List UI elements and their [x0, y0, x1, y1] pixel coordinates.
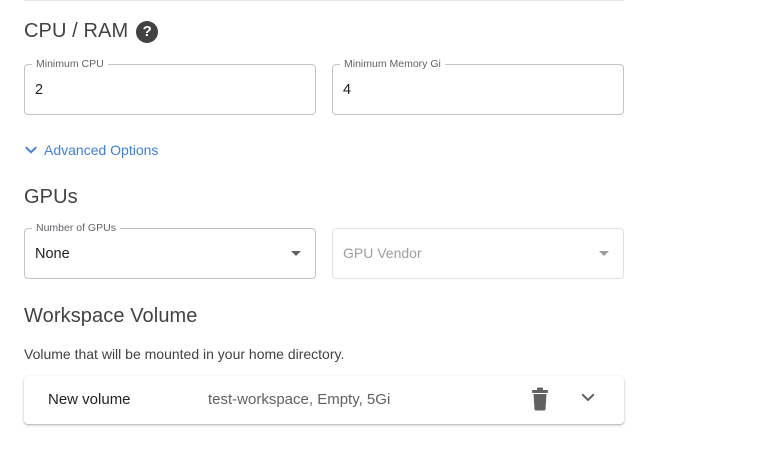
- number-of-gpus-select[interactable]: Number of GPUs None: [24, 222, 316, 279]
- cpu-ram-title: CPU / RAM: [24, 20, 129, 42]
- dropdown-arrow-icon: [291, 251, 301, 256]
- advanced-options-toggle[interactable]: Advanced Options: [24, 142, 158, 158]
- volume-name: New volume: [48, 391, 131, 408]
- gpu-vendor-placeholder: GPU Vendor: [343, 245, 422, 261]
- minimum-memory-field[interactable]: Minimum Memory Gi 4: [332, 58, 624, 115]
- divider: [24, 0, 624, 1]
- workspace-volume-heading: Workspace Volume: [24, 305, 198, 328]
- workspace-volume-title: Workspace Volume: [24, 305, 198, 327]
- advanced-options-label: Advanced Options: [44, 142, 159, 158]
- volume-summary: test-workspace, Empty, 5Gi: [208, 391, 391, 408]
- dropdown-arrow-icon: [599, 251, 609, 256]
- minimum-cpu-field[interactable]: Minimum CPU 2: [24, 58, 316, 115]
- number-of-gpus-label: Number of GPUs: [32, 222, 120, 234]
- workspace-volume-description: Volume that will be mounted in your home…: [24, 346, 345, 362]
- workspace-volume-panel[interactable]: New volume test-workspace, Empty, 5Gi: [24, 376, 624, 424]
- minimum-memory-value[interactable]: 4: [343, 82, 351, 98]
- number-of-gpus-value: None: [35, 246, 70, 262]
- cpu-ram-heading: CPU / RAM ?: [24, 20, 159, 43]
- minimum-cpu-value[interactable]: 2: [35, 82, 43, 98]
- chevron-down-icon: [25, 146, 37, 154]
- chevron-down-icon[interactable]: [579, 388, 597, 406]
- minimum-cpu-label: Minimum CPU: [32, 58, 108, 70]
- trash-icon[interactable]: [529, 387, 551, 411]
- notebook-config-form: CPU / RAM ? Minimum CPU 2 Minimum Memory…: [0, 0, 762, 461]
- minimum-memory-label: Minimum Memory Gi: [340, 58, 445, 70]
- gpus-title: GPUs: [24, 186, 78, 208]
- help-icon[interactable]: ?: [136, 20, 159, 43]
- gpu-vendor-select[interactable]: GPU Vendor: [332, 228, 624, 279]
- gpus-heading: GPUs: [24, 186, 78, 209]
